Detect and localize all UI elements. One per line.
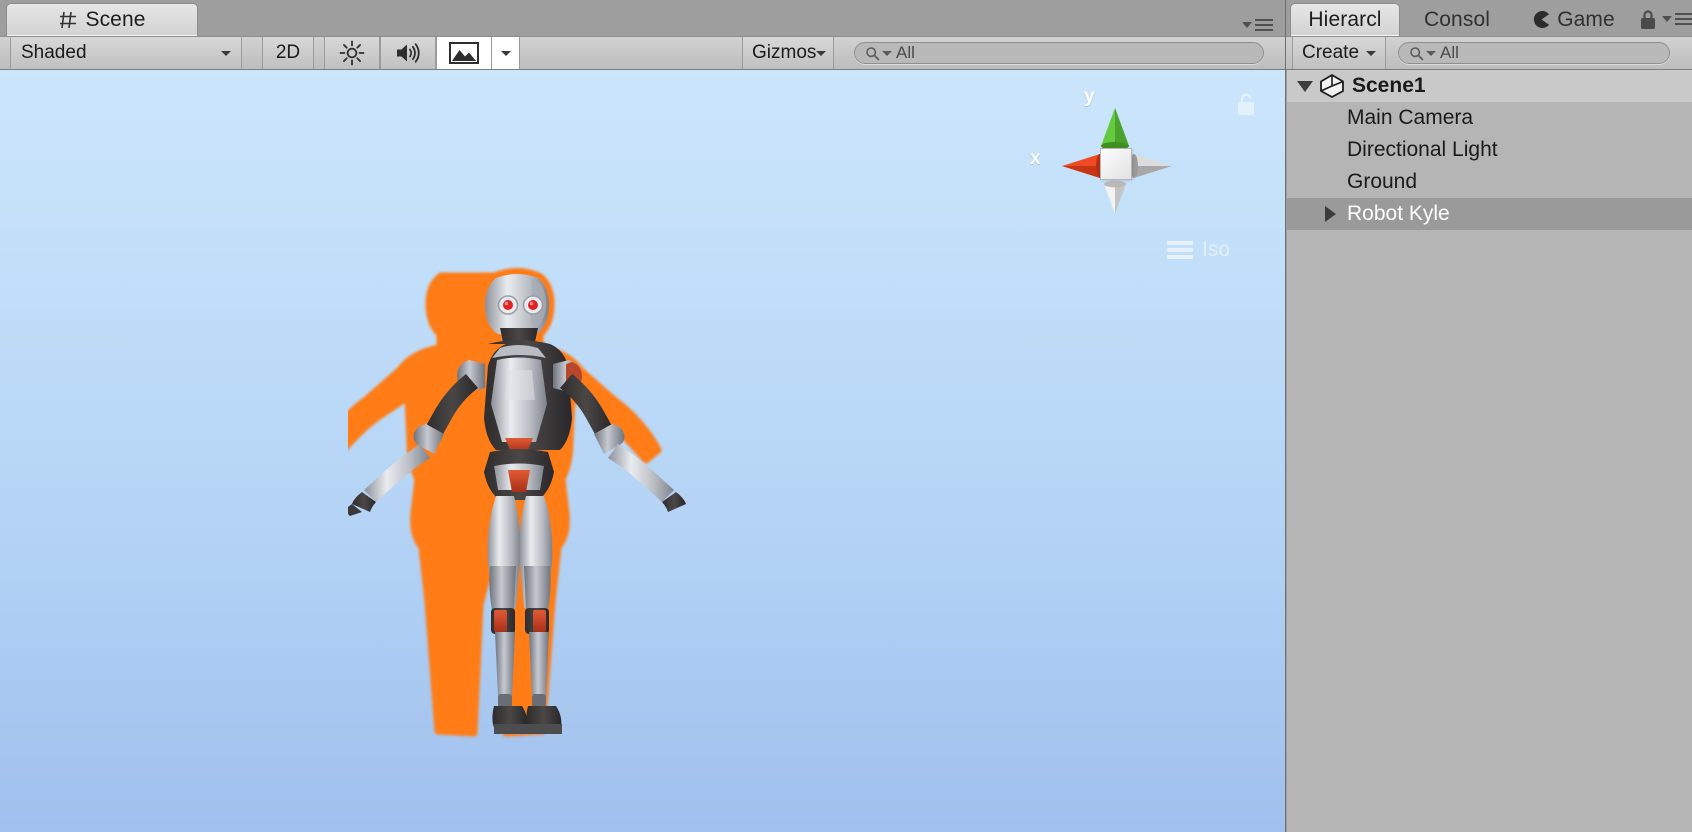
hierarchy-search-value: All: [1440, 43, 1459, 62]
scene-effects-dropdown[interactable]: [492, 37, 520, 69]
hierarchy-search-input[interactable]: All: [1398, 42, 1670, 64]
gizmo-cone-y: [1101, 108, 1129, 150]
gizmo-projection-row[interactable]: Iso: [1166, 238, 1230, 262]
gizmos-dropdown[interactable]: Gizmos: [742, 37, 834, 69]
chevron-down-icon: [1366, 50, 1376, 56]
tab-console-label: Consol: [1424, 7, 1490, 31]
scene-view-gizmo[interactable]: y x: [1030, 86, 1208, 228]
draw-mode-dropdown[interactable]: Shaded: [10, 37, 242, 69]
tab-hierarchy-label: Hierarcl: [1308, 8, 1382, 31]
create-button-label: Create: [1302, 42, 1360, 63]
hierarchy-row-label: Main Camera: [1347, 106, 1474, 129]
scene-audio-toggle[interactable]: [380, 37, 436, 69]
scene-search-input[interactable]: All: [854, 42, 1264, 64]
gizmo-center-cube[interactable]: [1100, 148, 1132, 180]
gizmo-cone-negative-y: [1104, 180, 1126, 214]
speaker-icon: [397, 43, 420, 63]
hamburger-icon[interactable]: [1166, 241, 1193, 259]
scene-effects-toggle[interactable]: [436, 37, 492, 69]
tab-scene-label: Scene: [85, 8, 146, 31]
game-pacman-icon: [1534, 11, 1550, 28]
hierarchy-row[interactable]: Scene1: [1287, 70, 1692, 102]
scene-search-value: All: [896, 43, 915, 62]
hierarchy-panel-menu-icon[interactable]: [1662, 13, 1692, 25]
right-dock-tabstrip: Hierarcl Consol Game: [1286, 0, 1692, 36]
unity-editor-window: Scene Shaded 2D Gizmos All y x Iso Hiera…: [0, 0, 1692, 832]
search-filter-caret-icon[interactable]: [1426, 50, 1436, 56]
gizmo-cone-x: [1062, 154, 1104, 178]
toggle-2d-label: 2D: [275, 42, 301, 63]
search-icon: [866, 46, 880, 60]
hierarchy-toolbar: Create All: [1286, 36, 1692, 70]
hierarchy-row-label: Scene1: [1352, 74, 1426, 97]
hierarchy-row-label: Directional Light: [1347, 138, 1498, 161]
hierarchy-row[interactable]: Directional Light: [1287, 134, 1692, 166]
chevron-down-icon: [221, 50, 231, 56]
chevron-down-icon: [816, 50, 827, 56]
hierarchy-row[interactable]: Robot Kyle: [1287, 198, 1692, 230]
chevron-down-icon: [500, 50, 511, 56]
tab-scene[interactable]: Scene: [6, 3, 198, 36]
tab-hierarchy[interactable]: Hierarcl: [1290, 3, 1400, 36]
tab-game-label: Game: [1557, 7, 1615, 31]
hierarchy-row-label: Robot Kyle: [1347, 202, 1450, 225]
expander-closed-icon[interactable]: [1325, 206, 1347, 222]
gizmo-cone-z: [1130, 154, 1172, 178]
tab-game[interactable]: Game: [1514, 3, 1634, 36]
robot-kyle-model[interactable]: [348, 266, 688, 756]
gizmo-projection-label: Iso: [1201, 238, 1230, 261]
hierarchy-tree[interactable]: Scene1 Main Camera Directional Light Ground…: [1287, 70, 1692, 832]
search-filter-caret-icon[interactable]: [882, 50, 892, 56]
lock-open-icon[interactable]: [1236, 92, 1256, 116]
hierarchy-panel: Hierarcl Consol Game Create All Scene1 M…: [1286, 0, 1692, 832]
draw-mode-label: Shaded: [21, 42, 87, 63]
hierarchy-row-label: Ground: [1347, 170, 1418, 193]
image-icon: [449, 42, 479, 64]
expander-open-icon[interactable]: [1297, 80, 1319, 92]
hierarchy-row[interactable]: Ground: [1287, 166, 1692, 198]
gizmos-label: Gizmos: [752, 42, 817, 63]
scene-lighting-toggle[interactable]: [324, 37, 380, 69]
lock-closed-icon[interactable]: [1638, 9, 1658, 31]
hierarchy-row[interactable]: Main Camera: [1287, 102, 1692, 134]
scene-toolbar: Shaded 2D Gizmos All: [0, 36, 1286, 70]
tab-console[interactable]: Consol: [1404, 3, 1510, 36]
scene-panel-menu-icon[interactable]: [1242, 19, 1273, 31]
grid-hash-icon: [60, 11, 77, 29]
sun-icon: [339, 40, 365, 66]
create-dropdown-button[interactable]: Create: [1292, 37, 1386, 69]
scene-viewport[interactable]: y x Iso: [0, 70, 1286, 832]
unity-scene-icon: [1320, 74, 1344, 98]
scene-tabstrip: Scene: [0, 0, 1286, 36]
search-icon: [1410, 46, 1424, 60]
toggle-2d-button[interactable]: 2D: [262, 37, 314, 69]
